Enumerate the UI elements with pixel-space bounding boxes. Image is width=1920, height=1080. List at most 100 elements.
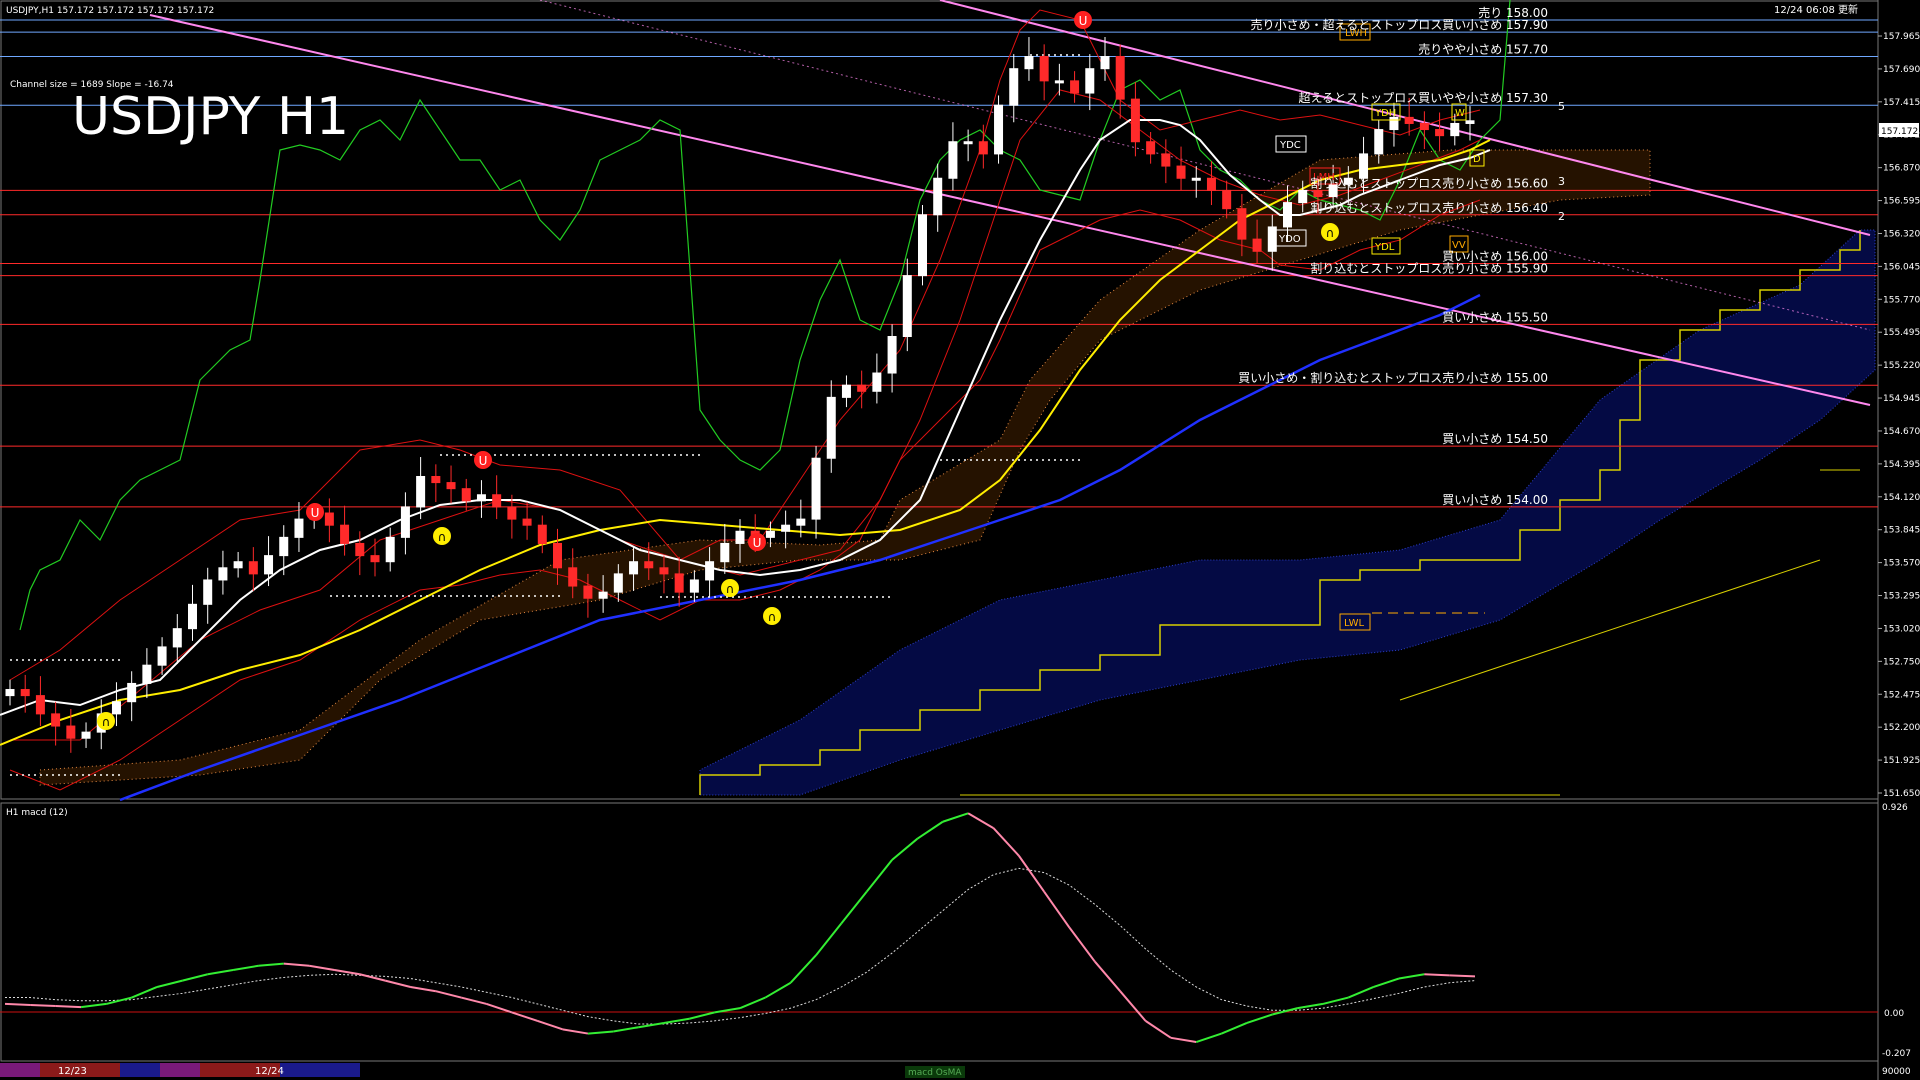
macd-segment [1120, 991, 1145, 1021]
candle-body [888, 337, 896, 374]
candle-body [249, 562, 257, 574]
candle-body [782, 525, 790, 531]
macd-segment [968, 813, 993, 828]
candle-body [432, 476, 440, 482]
macd-segment [1069, 928, 1094, 962]
candle-body [584, 586, 592, 598]
candle-body [1238, 209, 1246, 239]
wave-number: 3 [1558, 175, 1565, 188]
candle-body [1436, 130, 1444, 136]
candle-body [447, 483, 455, 489]
macd-segment [1196, 1034, 1221, 1042]
candle-body [1040, 57, 1048, 81]
macd-segment [1171, 1038, 1196, 1042]
candle-body [1466, 121, 1474, 124]
symbol-info: USDJPY,H1 157.172 157.172 157.172 157.17… [6, 6, 214, 16]
macd-segment [132, 987, 157, 998]
candle-body [204, 580, 212, 604]
candle-body [325, 513, 333, 525]
ichimoku-cloud-blue [700, 230, 1875, 795]
price-tick-label: 155.220 [1883, 361, 1920, 371]
wave-number: 5 [1558, 100, 1565, 113]
macd-osma-tag: macd OsMA [908, 1068, 962, 1078]
regression-channel [150, 0, 1870, 405]
tag-ydh: YDH [1374, 108, 1396, 119]
candle-body [21, 690, 29, 696]
macd-segment [487, 1004, 512, 1012]
fractal-up-marker: U [748, 533, 766, 551]
macd-segment [1095, 962, 1120, 992]
macd-segment [512, 1012, 537, 1020]
tag-ydc: YDC [1279, 140, 1301, 151]
macd-signal-line [5, 868, 1475, 1024]
macd-segment [791, 955, 816, 983]
price-tick-label: 157.690 [1883, 65, 1920, 75]
candle-body [417, 476, 425, 506]
time-strip: 12/23 12/24 macd OsMA [0, 1063, 965, 1078]
macd-segment [1450, 975, 1475, 976]
macd-segment [664, 1019, 689, 1023]
candle-body [36, 696, 44, 714]
macd-segment [1298, 1004, 1323, 1008]
candle-body [1025, 57, 1033, 69]
price-tick-label: 153.020 [1883, 624, 1920, 634]
candle-body [477, 495, 485, 501]
level-label: 割り込むとストップロス売り小さめ 156.40 [1310, 200, 1548, 215]
price-tick-label: 153.295 [1883, 592, 1920, 602]
candle-body [1268, 227, 1276, 251]
candle-body [401, 507, 409, 537]
candle-body [1192, 178, 1200, 180]
candle-body [1223, 190, 1231, 208]
macd-segment [1399, 974, 1424, 978]
level-label: 売り小さめ・超えるとストップロス買い小さめ 157.90 [1251, 17, 1548, 32]
candle-body [219, 568, 227, 580]
price-tick-label: 152.475 [1883, 690, 1920, 700]
tag-d: D [1473, 154, 1481, 165]
tag-ydo: YDO [1278, 234, 1301, 245]
candle-body [614, 574, 622, 592]
candle-body [736, 531, 744, 543]
macd-segment [917, 822, 942, 839]
macd-label: H1 macd (12) [6, 808, 68, 818]
macd-segment [360, 974, 385, 980]
macd-segment [233, 966, 258, 970]
level-label: 買い小さめ 154.50 [1442, 432, 1548, 446]
candle-body [1147, 142, 1155, 154]
macd-segment [1222, 1023, 1247, 1034]
tag-lwl: LWL [1344, 618, 1365, 629]
candle-body [934, 178, 942, 215]
candle-body [630, 562, 638, 574]
macd-scale-top: 0.926 [1882, 803, 1908, 813]
price-tick-label: 151.925 [1883, 756, 1920, 766]
macd-segment [892, 839, 917, 860]
candle-body [1451, 123, 1459, 135]
candle-body [995, 105, 1003, 154]
macd-segment [993, 828, 1018, 856]
candle-body [569, 568, 577, 586]
candle-body [766, 531, 774, 537]
svg-text:∩: ∩ [1326, 226, 1335, 240]
price-tick-label: 156.320 [1883, 229, 1920, 239]
svg-text:U: U [1079, 14, 1088, 28]
candle-body [341, 525, 349, 543]
candle-body [52, 714, 60, 726]
candle-body [1420, 123, 1428, 129]
candle-body [949, 142, 957, 179]
wave-number: 2 [1558, 210, 1565, 223]
macd-segment [613, 1027, 638, 1031]
price-tick-label: 154.120 [1883, 493, 1920, 503]
candle-body [554, 543, 562, 567]
candle-body [1177, 166, 1185, 178]
svg-text:∩: ∩ [102, 715, 111, 729]
level-label: 割り込むとストップロス売り小さめ 155.90 [1310, 261, 1548, 276]
level-label: 買い小さめ 154.00 [1442, 493, 1548, 507]
macd-segment [30, 1005, 55, 1006]
candle-body [706, 562, 714, 580]
macd-segment [1374, 978, 1399, 986]
macd-segment [689, 1012, 714, 1018]
macd-segment [436, 991, 461, 997]
price-tick-label: 154.945 [1883, 394, 1920, 404]
tag-ydl: YDL [1374, 242, 1395, 253]
macd-segment [157, 981, 182, 987]
candle-body [371, 556, 379, 562]
